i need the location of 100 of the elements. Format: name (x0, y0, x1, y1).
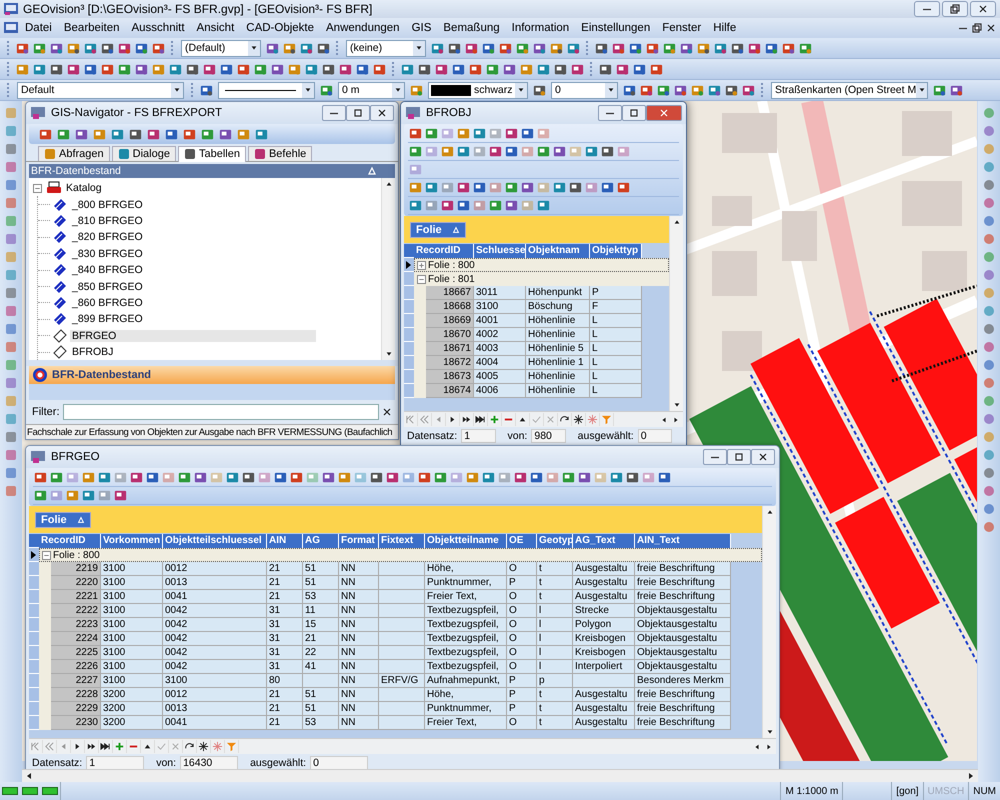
toolbar-dropdown[interactable]: Default (17, 82, 184, 98)
column-header[interactable]: Objektteilname (425, 534, 507, 548)
table-cell: NN (339, 646, 379, 660)
color-dropdown[interactable]: schwarz (428, 82, 528, 98)
table-cell: 0041 (163, 590, 267, 604)
table-cell: 4003 (474, 342, 526, 356)
table-cell: 15 (303, 618, 339, 632)
toolbar-dropdown[interactable]: (keine) (346, 40, 426, 56)
table-cell: L (590, 384, 642, 398)
group-row-label[interactable]: Folie : 801 (428, 274, 475, 284)
table-cell: 18672 (426, 356, 474, 370)
tree-item[interactable]: Katalog (64, 182, 104, 194)
table-cell: Objektausgestaltu (635, 660, 731, 674)
tree-item[interactable]: _840 BFRGEO (70, 264, 145, 276)
menu-item[interactable]: Einstellungen (575, 22, 656, 34)
table-cell: Ausgestaltu (573, 702, 635, 716)
table-cell: freie Beschriftung (635, 702, 731, 716)
menu-item[interactable]: Information (506, 22, 576, 34)
key-indicator: NUM (968, 782, 1000, 800)
tree-item[interactable]: BFRGEO (70, 330, 316, 342)
selected-count-field: 0 (310, 756, 368, 770)
window-title: BFROBJ (426, 107, 472, 119)
tab[interactable]: Befehle (248, 146, 312, 161)
menu-item[interactable]: Ausschnitt (125, 22, 191, 34)
menu-item[interactable]: Fenster (656, 22, 708, 34)
column-header[interactable]: Schluesse (474, 244, 526, 258)
column-header[interactable]: AIN_Text (635, 534, 731, 548)
table-cell: 2228 (51, 688, 101, 702)
table-cell: 2229 (51, 702, 101, 716)
column-header[interactable]: Objekttyp (590, 244, 642, 258)
group-row-label[interactable]: Folie : 800 (428, 260, 475, 270)
tab[interactable]: Dialoge (112, 146, 176, 161)
column-header[interactable]: Fixtext (379, 534, 425, 548)
table-cell: Höhenlinie (526, 384, 590, 398)
table-cell: Ausgestaltu (573, 576, 635, 590)
record-field[interactable]: 1 (461, 429, 496, 443)
column-header[interactable]: RecordID (39, 534, 101, 548)
table-cell: 3100 (101, 562, 163, 576)
table-cell: Höhenlinie (526, 314, 590, 328)
column-header[interactable]: Format (339, 534, 379, 548)
table-cell: 2223 (51, 618, 101, 632)
table-cell: 0013 (163, 576, 267, 590)
tree-item[interactable]: _830 BFRGEO (70, 248, 145, 260)
menu-item[interactable]: Bemaßung (437, 22, 506, 34)
column-header[interactable]: AG_Text (573, 534, 635, 548)
column-header[interactable]: Vorkommen (101, 534, 163, 548)
column-header[interactable]: Geotyp (537, 534, 573, 548)
table-cell: freie Beschriftung (635, 590, 731, 604)
table-cell: 41 (303, 660, 339, 674)
table-cell: NN (339, 576, 379, 590)
menu-item[interactable]: Ansicht (190, 22, 240, 34)
tree-item[interactable]: _800 BFRGEO (70, 198, 145, 211)
table-cell: Höhenlinie (526, 370, 590, 384)
group-by-chip[interactable]: Folie (410, 222, 466, 238)
tab[interactable]: Abfragen (38, 146, 110, 161)
table-cell: 4004 (474, 356, 526, 370)
tree-item[interactable]: _899 BFRGEO (70, 313, 145, 326)
toolbar-dropdown[interactable]: (Default) (181, 40, 261, 56)
menu-item[interactable]: Hilfe (707, 22, 742, 34)
table-cell: t (537, 576, 573, 590)
table-cell: 3100 (101, 660, 163, 674)
menu-item[interactable]: Bearbeiten (58, 22, 126, 34)
group-by-chip[interactable]: Folie (35, 512, 91, 528)
panel-title[interactable]: BFR-Datenbestand (52, 369, 152, 381)
toolbar-dropdown[interactable]: 0 m (338, 82, 405, 98)
table-cell: 0012 (163, 688, 267, 702)
key-indicator: UMSCH (922, 782, 968, 800)
column-header[interactable]: AG (303, 534, 339, 548)
tree-item[interactable]: _860 BFRGEO (70, 296, 145, 309)
table-cell: 31 (267, 618, 303, 632)
table-cell: freie Beschriftung (635, 688, 731, 702)
toolbar-dropdown[interactable]: Straßenkarten (Open Street M (771, 82, 928, 98)
toolbar-dropdown[interactable]: 0 (551, 82, 618, 98)
group-row-label[interactable]: Folie : 800 (53, 550, 100, 560)
tree-item[interactable]: BFROBJ (70, 346, 116, 358)
window-title: GEOvision³ [D:\GEOvision³- FS BFR.gvp] - [GEOvision³- FS BFR] (23, 2, 372, 16)
table-cell: Ausgestaltu (573, 688, 635, 702)
tab[interactable]: Tabellen (178, 146, 246, 162)
tree-item[interactable]: _850 BFRGEO (70, 280, 145, 293)
table-cell: Punktnummer, (425, 702, 507, 716)
column-header[interactable]: AIN (267, 534, 303, 548)
table-cell: Kreisbogen (573, 632, 635, 646)
menu-item[interactable]: Anwendungen (320, 22, 406, 34)
column-header[interactable]: Objektnam (526, 244, 590, 258)
tree-item[interactable]: _820 BFRGEO (70, 231, 145, 244)
table-cell: Polygon (573, 618, 635, 632)
menu-item[interactable]: GIS (406, 22, 438, 34)
table-cell: O (507, 716, 537, 730)
column-header[interactable]: Objektteilschluessel (163, 534, 267, 548)
menu-item[interactable]: Datei (19, 22, 58, 34)
menu-item[interactable]: CAD-Objekte (240, 22, 320, 34)
record-field[interactable]: 1 (86, 756, 144, 770)
table-cell: Strecke (573, 604, 635, 618)
table-cell: freie Beschriftung (635, 716, 731, 730)
tree-item[interactable]: _810 BFRGEO (70, 214, 145, 227)
column-header[interactable]: RecordID (414, 244, 474, 258)
table-cell: P (507, 702, 537, 716)
column-header[interactable]: OE (507, 534, 537, 548)
table-cell: 0042 (163, 618, 267, 632)
total-field: 980 (531, 429, 566, 443)
